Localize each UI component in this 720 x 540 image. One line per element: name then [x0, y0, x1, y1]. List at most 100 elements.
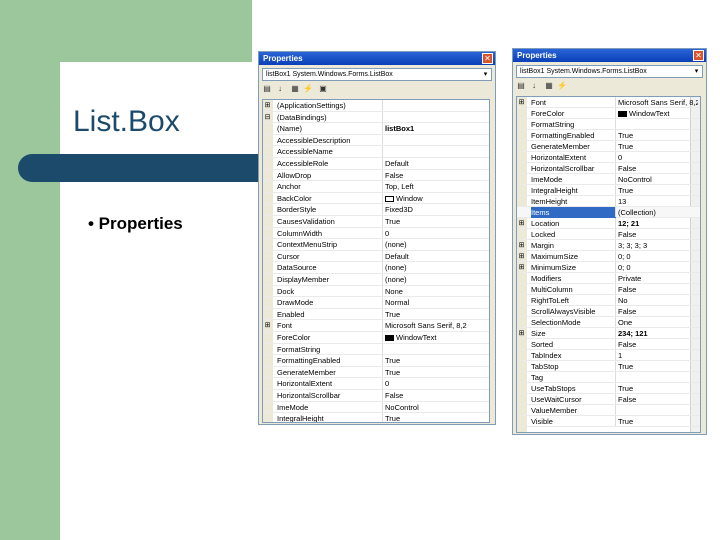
property-value[interactable]: True: [385, 355, 487, 366]
property-row[interactable]: HorizontalExtent 0: [517, 152, 700, 163]
property-value[interactable]: One: [618, 317, 698, 328]
property-value[interactable]: (none): [385, 239, 487, 250]
property-row[interactable]: ⊞ (ApplicationSettings): [263, 100, 489, 112]
property-value[interactable]: listBox1: [385, 123, 487, 134]
events-icon[interactable]: ⚡: [557, 81, 567, 91]
property-value[interactable]: 0: [618, 152, 698, 163]
property-value[interactable]: True: [385, 309, 487, 320]
property-value[interactable]: WindowText: [385, 332, 487, 343]
property-value[interactable]: WindowText: [618, 108, 698, 119]
property-row[interactable]: GenerateMember True: [517, 141, 700, 152]
property-value[interactable]: 234; 121: [618, 328, 698, 339]
expand-icon[interactable]: ⊞: [518, 99, 525, 106]
property-row[interactable]: DataSource (none): [263, 262, 489, 274]
property-row[interactable]: AccessibleDescription: [263, 134, 489, 147]
property-value[interactable]: 0: [385, 378, 487, 389]
property-value[interactable]: No: [618, 295, 698, 306]
property-value[interactable]: 0; 0: [618, 251, 698, 262]
object-selector[interactable]: listBox1 System.Windows.Forms.ListBox ▾: [516, 65, 703, 78]
properties-icon[interactable]: ▦: [544, 81, 554, 91]
property-value[interactable]: Microsoft Sans Serif, 8,2: [385, 320, 487, 331]
property-value[interactable]: Window: [385, 193, 487, 204]
property-value[interactable]: False: [385, 170, 487, 181]
property-value[interactable]: (none): [385, 262, 487, 273]
alphabetical-icon[interactable]: ↓: [275, 84, 285, 94]
property-row[interactable]: (Name) listBox1: [263, 123, 489, 135]
close-icon[interactable]: ✕: [693, 50, 704, 61]
property-row[interactable]: BackColor Window: [263, 192, 489, 205]
chevron-down-icon[interactable]: ▾: [481, 70, 490, 79]
expand-icon[interactable]: ⊞: [518, 264, 525, 271]
property-row[interactable]: ⊞ Font Microsoft Sans Serif, 8,2: [263, 320, 489, 332]
property-row[interactable]: HorizontalScrollbar False: [263, 390, 489, 402]
property-value[interactable]: 13: [618, 196, 698, 207]
property-row[interactable]: ForeColor WindowText: [263, 332, 489, 344]
close-icon[interactable]: ✕: [482, 53, 493, 64]
property-row[interactable]: Tag: [517, 372, 700, 383]
property-row[interactable]: Locked False: [517, 229, 700, 240]
property-pages-icon[interactable]: ▣: [318, 84, 328, 94]
property-row[interactable]: ScrollAlwaysVisible False: [517, 306, 700, 317]
property-value[interactable]: NoControl: [618, 174, 698, 185]
property-value[interactable]: None: [385, 286, 487, 297]
property-value[interactable]: Private: [618, 273, 698, 284]
property-value[interactable]: (none): [385, 274, 487, 285]
expand-icon[interactable]: ⊞: [518, 330, 525, 337]
property-value[interactable]: True: [618, 416, 698, 427]
property-row[interactable]: ContextMenuStrip (none): [263, 239, 489, 251]
chevron-down-icon[interactable]: ▾: [692, 67, 701, 76]
property-row[interactable]: ⊞ MinimumSize 0; 0: [517, 262, 700, 273]
property-row[interactable]: RightToLeft No: [517, 295, 700, 306]
property-value[interactable]: 0: [385, 228, 487, 239]
property-value[interactable]: False: [618, 394, 698, 405]
property-row[interactable]: CausesValidation True: [263, 216, 489, 228]
expand-icon[interactable]: ⊞: [264, 322, 271, 329]
property-row[interactable]: ⊞ Margin 3; 3; 3; 3: [517, 240, 700, 251]
property-row[interactable]: Anchor Top, Left: [263, 181, 489, 193]
property-row[interactable]: FormattingEnabled True: [263, 355, 489, 367]
alphabetical-icon[interactable]: ↓: [529, 81, 539, 91]
property-row[interactable]: MultiColumn False: [517, 284, 700, 295]
property-value[interactable]: NoControl: [385, 402, 487, 413]
property-value[interactable]: (Collection): [618, 207, 698, 218]
property-row[interactable]: AllowDrop False: [263, 169, 489, 182]
property-row[interactable]: AccessibleName: [263, 146, 489, 158]
property-value[interactable]: 1: [618, 350, 698, 361]
property-row[interactable]: ForeColor WindowText: [517, 108, 700, 119]
property-row[interactable]: FormatString: [263, 343, 489, 356]
categorized-icon[interactable]: ▤: [516, 81, 526, 91]
property-row[interactable]: UseWaitCursor False: [517, 394, 700, 405]
events-icon[interactable]: ⚡: [303, 84, 313, 94]
property-row[interactable]: Enabled True: [263, 308, 489, 321]
property-value[interactable]: Normal: [385, 297, 487, 308]
property-value[interactable]: True: [618, 361, 698, 372]
property-value[interactable]: False: [618, 306, 698, 317]
expand-icon[interactable]: ⊞: [518, 253, 525, 260]
property-value[interactable]: Default: [385, 251, 487, 262]
property-row[interactable]: TabIndex 1: [517, 350, 700, 361]
property-row[interactable]: ValueMember: [517, 405, 700, 416]
property-value[interactable]: False: [618, 284, 698, 295]
property-value[interactable]: Fixed3D: [385, 204, 487, 215]
property-row[interactable]: DrawMode Normal: [263, 297, 489, 309]
property-row[interactable]: ⊞ Font Microsoft Sans Serif, 8,2: [517, 97, 700, 108]
expand-icon[interactable]: ⊞: [264, 102, 271, 109]
property-row[interactable]: Items (Collection): [517, 207, 700, 218]
expand-icon[interactable]: ⊞: [518, 242, 525, 249]
expand-icon[interactable]: ⊞: [518, 220, 525, 227]
property-value[interactable]: True: [385, 216, 487, 227]
object-selector[interactable]: listBox1 System.Windows.Forms.ListBox ▾: [262, 68, 492, 81]
categorized-icon[interactable]: ▤: [262, 84, 272, 94]
property-row[interactable]: ⊞ Location 12; 21: [517, 218, 700, 229]
property-value[interactable]: Microsoft Sans Serif, 8,2: [618, 97, 698, 108]
property-row[interactable]: Visible True: [517, 416, 700, 427]
property-row[interactable]: HorizontalExtent 0: [263, 378, 489, 390]
property-value[interactable]: True: [385, 413, 487, 422]
property-row[interactable]: BorderStyle Fixed3D: [263, 204, 489, 216]
property-value[interactable]: True: [385, 367, 487, 378]
property-row[interactable]: Modifiers Private: [517, 273, 700, 284]
property-value[interactable]: 12; 21: [618, 218, 698, 229]
property-value[interactable]: False: [618, 339, 698, 350]
property-row[interactable]: ImeMode NoControl: [517, 174, 700, 185]
property-row[interactable]: DisplayMember (none): [263, 274, 489, 286]
